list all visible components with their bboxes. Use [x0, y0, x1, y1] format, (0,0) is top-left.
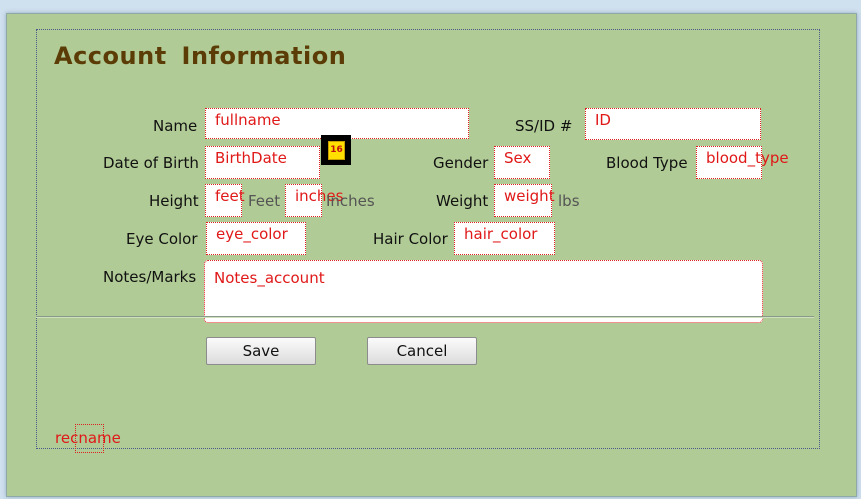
ssid-field[interactable]: ID	[585, 108, 761, 140]
calendar-day: 16	[328, 141, 345, 160]
inches-unit-label: Inches	[326, 192, 375, 210]
hair-color-field[interactable]: hair_color	[454, 222, 555, 255]
notes-field[interactable]: Notes_account	[204, 260, 763, 323]
recname-field: recname	[55, 429, 121, 447]
eye-color-field[interactable]: eye_color	[206, 222, 306, 255]
cancel-button[interactable]: Cancel	[367, 337, 477, 365]
dob-label: Date of Birth	[103, 154, 199, 172]
birthdate-field[interactable]: BirthDate	[205, 146, 320, 179]
gender-field[interactable]: Sex	[494, 146, 550, 179]
weight-field[interactable]: weight	[494, 184, 555, 217]
eye-color-label: Eye Color	[126, 230, 198, 248]
feet-unit-label: Feet	[248, 192, 281, 210]
save-button[interactable]: Save	[206, 337, 316, 365]
name-label: Name	[153, 117, 198, 135]
calendar-icon[interactable]: 16	[321, 135, 351, 165]
hair-color-label: Hair Color	[373, 230, 448, 248]
weight-label: Weight	[436, 192, 489, 210]
notes-label: Notes/Marks	[103, 268, 197, 286]
page-title: Account Information	[54, 42, 347, 70]
ssid-label: SS/ID #	[515, 117, 573, 135]
height-inches-field[interactable]: inches	[285, 184, 343, 217]
blood-type-label: Blood Type	[606, 154, 688, 172]
height-feet-field[interactable]: feet	[205, 184, 245, 217]
weight-unit-label: lbs	[558, 192, 580, 210]
height-label: Height	[149, 192, 199, 210]
part-divider	[36, 316, 814, 318]
blood-type-field[interactable]: blood_type	[696, 146, 789, 179]
gender-label: Gender	[433, 154, 489, 172]
